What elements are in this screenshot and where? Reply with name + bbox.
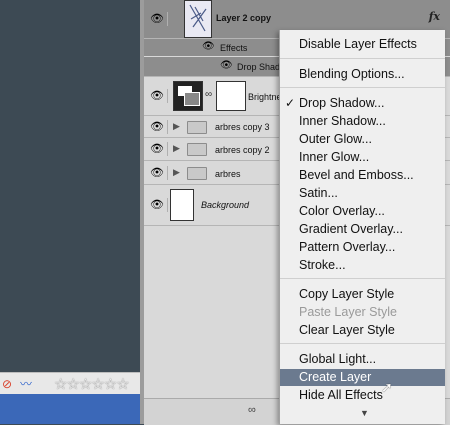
fx-icon[interactable]: fx xyxy=(429,10,440,23)
link-icon[interactable]: ∞ xyxy=(205,89,212,100)
menu-item-inner-shadow[interactable]: Inner Shadow... xyxy=(280,113,445,130)
rating-stars[interactable]: ☆☆☆☆☆☆ xyxy=(54,375,130,393)
menu-item-outer-glow[interactable]: Outer Glow... xyxy=(280,131,445,148)
eye-icon[interactable]: 👁 xyxy=(147,142,168,156)
menu-item-gradient-overlay[interactable]: Gradient Overlay... xyxy=(280,221,445,238)
expand-triangle-icon[interactable]: ▶ xyxy=(173,143,180,154)
menu-item-blending-options[interactable]: Blending Options... xyxy=(280,66,445,83)
menu-item-color-overlay[interactable]: Color Overlay... xyxy=(280,203,445,220)
eye-icon[interactable]: 👁 xyxy=(147,120,168,134)
layer-name: Background xyxy=(201,200,250,210)
scroll-down-arrow-icon[interactable]: ▼ xyxy=(360,408,369,418)
menu-item-pattern-overlay[interactable]: Pattern Overlay... xyxy=(280,239,445,256)
dock xyxy=(0,394,140,424)
document-canvas[interactable] xyxy=(0,0,140,372)
menu-divider xyxy=(280,278,445,279)
menu-item-label: Drop Shadow... xyxy=(299,96,385,110)
eye-icon[interactable]: 👁 xyxy=(202,41,215,52)
folder-icon xyxy=(187,143,207,156)
menu-item-global-light[interactable]: Global Light... xyxy=(280,351,445,368)
layer-name: arbres copy 2 xyxy=(215,145,270,155)
layer-name: arbres copy 3 xyxy=(215,122,270,132)
effects-label: Effects xyxy=(220,43,248,53)
menu-item-disable-layer-effects[interactable]: Disable Layer Effects xyxy=(280,36,445,53)
layer-style-menu: Disable Layer Effects Blending Options..… xyxy=(279,30,445,424)
menu-item-satin[interactable]: Satin... xyxy=(280,185,445,202)
adjustment-icon xyxy=(173,81,203,111)
pointer-cursor-icon: ➚ xyxy=(381,379,393,395)
eye-icon[interactable]: 👁 xyxy=(147,166,168,180)
menu-item-inner-glow[interactable]: Inner Glow... xyxy=(280,149,445,166)
menu-item-drop-shadow[interactable]: ✓ Drop Shadow... xyxy=(280,95,445,112)
menu-item-paste-layer-style: Paste Layer Style xyxy=(299,305,397,319)
layer-name: arbres xyxy=(215,169,241,179)
folder-icon xyxy=(187,121,207,134)
menu-divider xyxy=(280,343,445,344)
eye-icon[interactable]: 👁 xyxy=(147,198,168,212)
graph-icon[interactable]: 〰 xyxy=(20,377,32,391)
eye-icon[interactable]: 👁 xyxy=(220,60,233,71)
menu-item-hide-all-effects[interactable]: Hide All Effects xyxy=(280,387,445,404)
layer-thumbnail xyxy=(184,0,212,38)
expand-triangle-icon[interactable]: ▶ xyxy=(173,121,180,132)
expand-triangle-icon[interactable]: ▶ xyxy=(173,167,180,178)
menu-item-clear-layer-style[interactable]: Clear Layer Style xyxy=(280,322,445,339)
menu-item-create-layer[interactable]: Create Layer xyxy=(280,369,445,386)
layer-thumbnail xyxy=(170,189,194,221)
menu-divider xyxy=(280,58,445,59)
layer-name: Layer 2 copy xyxy=(216,13,272,23)
folder-icon xyxy=(187,167,207,180)
no-entry-icon[interactable]: ⊘ xyxy=(2,377,12,391)
mask-thumbnail xyxy=(216,81,246,111)
eye-icon[interactable]: 👁 xyxy=(147,89,168,103)
menu-item-stroke[interactable]: Stroke... xyxy=(280,257,445,274)
menu-item-bevel-emboss[interactable]: Bevel and Emboss... xyxy=(280,167,445,184)
eye-icon[interactable]: 👁 xyxy=(147,12,168,26)
menu-divider xyxy=(280,87,445,88)
link-layers-icon[interactable]: ∞ xyxy=(248,404,256,416)
checkmark-icon: ✓ xyxy=(285,96,296,110)
lower-toolbar: ⊘ 〰 ☆☆☆☆☆☆ xyxy=(0,372,140,395)
menu-item-copy-layer-style[interactable]: Copy Layer Style xyxy=(280,286,445,303)
